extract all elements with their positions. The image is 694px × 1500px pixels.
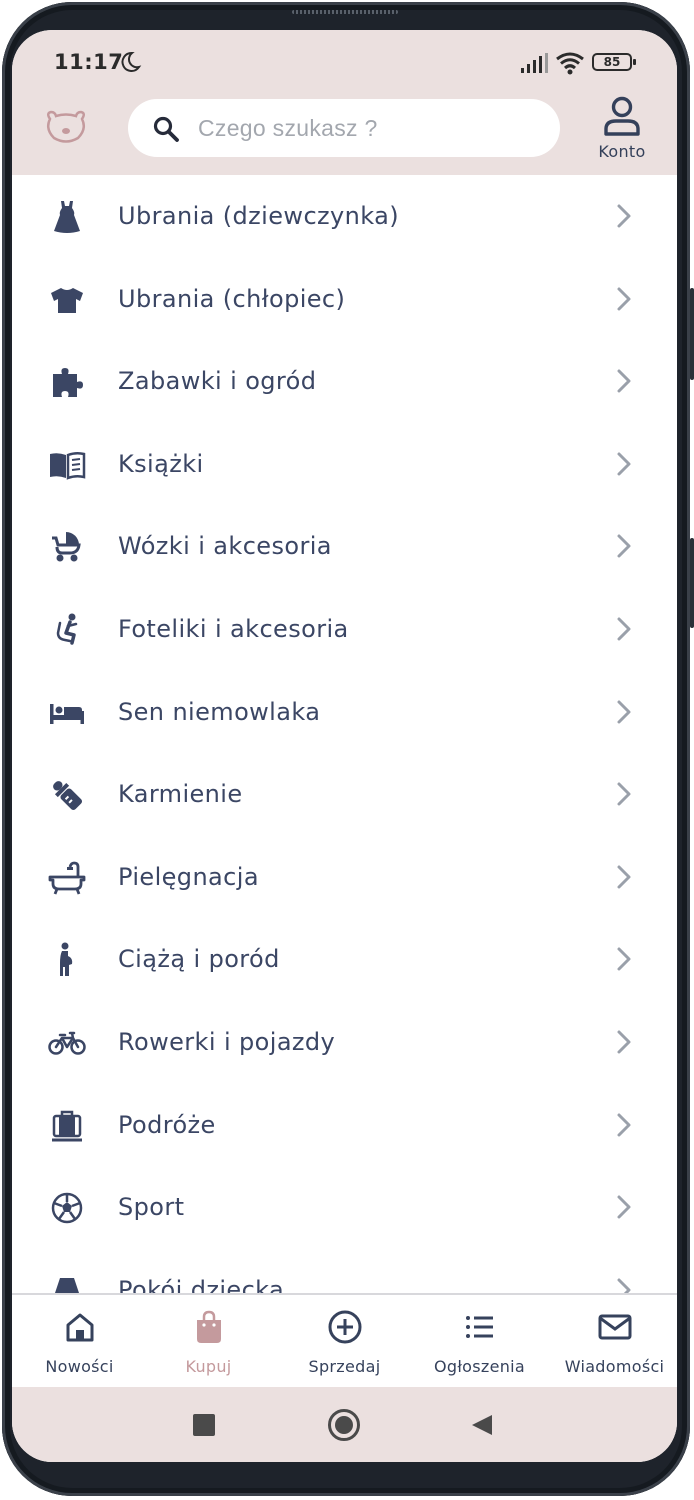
shopping-bag-icon <box>196 1310 221 1343</box>
lamp-icon <box>54 1277 80 1293</box>
app-header: Czego szukasz ? Konto <box>12 82 677 175</box>
status-time: 11:17 <box>54 50 124 74</box>
puzzle-icon <box>53 368 83 398</box>
chevron-right-icon <box>617 1113 631 1137</box>
category-label: Ubrania (dziewczynka) <box>118 202 400 230</box>
pregnancy-icon <box>60 942 73 977</box>
chevron-right-icon <box>617 452 631 476</box>
search-icon <box>153 116 179 142</box>
nav-label: Kupuj <box>185 1357 232 1376</box>
category-item[interactable]: Wózki i akcesoria <box>12 505 677 588</box>
chevron-right-icon <box>617 534 631 558</box>
nav-tab-buy[interactable]: Kupuj <box>141 1309 276 1381</box>
account-button[interactable]: Konto <box>590 94 654 168</box>
system-navigation-bar <box>12 1387 677 1462</box>
volume-button <box>690 288 694 380</box>
tshirt-icon <box>51 287 83 313</box>
plus-circle-icon <box>328 1310 361 1344</box>
nav-label: Sprzedaj <box>308 1357 381 1376</box>
speaker-grille <box>292 10 398 14</box>
moon-icon <box>121 51 142 72</box>
category-item[interactable]: Pielęgnacja <box>12 836 677 919</box>
search-bar[interactable]: Czego szukasz ? <box>128 99 560 157</box>
envelope-icon <box>598 1314 631 1340</box>
screen: 11:17 85 Czego szukasz ? Konto Ubrania (… <box>12 30 677 1462</box>
chevron-right-icon <box>617 1030 631 1054</box>
category-item[interactable]: Sport <box>12 1166 677 1249</box>
category-item[interactable]: Karmienie <box>12 753 677 836</box>
nav-tab-listings[interactable]: Ogłoszenia <box>412 1309 547 1381</box>
home-button[interactable] <box>328 1409 360 1441</box>
chevron-right-icon <box>617 369 631 393</box>
bottom-navigation: Nowości Kupuj Sprzedaj Ogłoszenia Wiadom… <box>12 1293 677 1389</box>
category-item[interactable]: Foteliki i akcesoria <box>12 588 677 671</box>
luggage-icon <box>52 1110 82 1142</box>
bicycle-icon <box>48 1031 86 1055</box>
nav-label: Ogłoszenia <box>433 1357 526 1376</box>
category-label: Pielęgnacja <box>118 862 259 891</box>
category-list: Ubrania (dziewczynka) Ubrania (chłopiec)… <box>12 175 677 1293</box>
category-item[interactable]: Ciążą i poród <box>12 918 677 1001</box>
category-label: Sen niemowlaka <box>118 697 321 726</box>
category-label: Ciążą i poród <box>118 945 280 974</box>
car-seat-icon <box>56 613 78 645</box>
home-icon <box>66 1313 93 1342</box>
chevron-right-icon <box>617 204 631 228</box>
football-icon <box>51 1192 83 1224</box>
dress-icon <box>54 201 80 233</box>
category-item[interactable]: Zabawki i ogród <box>12 340 677 423</box>
category-label: Pokój dziecka <box>118 1275 285 1293</box>
user-icon <box>604 96 640 136</box>
category-item[interactable]: Podróże <box>12 1084 677 1167</box>
wifi-icon <box>556 52 584 75</box>
category-label: Wózki i akcesoria <box>118 532 332 561</box>
bed-icon <box>50 703 84 724</box>
stroller-icon <box>52 532 81 562</box>
baby-bottle-icon <box>53 781 83 811</box>
category-item[interactable]: Pokój dziecka <box>12 1249 677 1293</box>
phone-frame: 11:17 85 Czego szukasz ? Konto Ubrania (… <box>0 0 694 1500</box>
category-item[interactable]: Ubrania (dziewczynka) <box>12 175 677 258</box>
category-label: Podróże <box>118 1110 216 1139</box>
category-label: Książki <box>118 449 204 478</box>
bathtub-icon <box>48 861 86 895</box>
category-label: Rowerki i pojazdy <box>118 1028 336 1056</box>
book-icon <box>50 451 86 480</box>
nav-label: Nowości <box>45 1357 114 1376</box>
category-label: Ubrania (chłopiec) <box>118 284 346 313</box>
chevron-right-icon <box>617 782 631 806</box>
chevron-right-icon <box>617 1195 631 1219</box>
status-bar: 11:17 85 <box>12 30 677 82</box>
signal-icon <box>521 53 548 73</box>
category-label: Sport <box>118 1193 185 1222</box>
nav-tab-sell[interactable]: Sprzedaj <box>277 1309 412 1381</box>
chevron-right-icon <box>617 1278 631 1293</box>
chevron-right-icon <box>617 617 631 641</box>
chevron-right-icon <box>617 287 631 311</box>
battery-indicator: 85 <box>592 53 636 71</box>
nav-tab-messages[interactable]: Wiadomości <box>547 1309 677 1381</box>
search-input[interactable]: Czego szukasz ? <box>198 115 378 142</box>
list-icon <box>465 1316 493 1338</box>
category-label: Foteliki i akcesoria <box>118 615 349 643</box>
nav-label: Wiadomości <box>564 1357 665 1376</box>
category-label: Karmienie <box>118 780 243 809</box>
account-label: Konto <box>598 142 646 161</box>
recents-button[interactable] <box>193 1414 215 1436</box>
nav-tab-news[interactable]: Nowości <box>12 1309 147 1381</box>
back-button[interactable] <box>470 1413 494 1437</box>
category-item[interactable]: Książki <box>12 423 677 506</box>
category-item[interactable]: Rowerki i pojazdy <box>12 1001 677 1084</box>
category-label: Zabawki i ogród <box>118 367 317 396</box>
category-item[interactable]: Ubrania (chłopiec) <box>12 258 677 341</box>
power-button <box>690 538 694 628</box>
chevron-right-icon <box>617 947 631 971</box>
bear-logo-icon[interactable] <box>42 109 90 147</box>
chevron-right-icon <box>617 700 631 724</box>
chevron-right-icon <box>617 865 631 889</box>
category-item[interactable]: Sen niemowlaka <box>12 671 677 754</box>
